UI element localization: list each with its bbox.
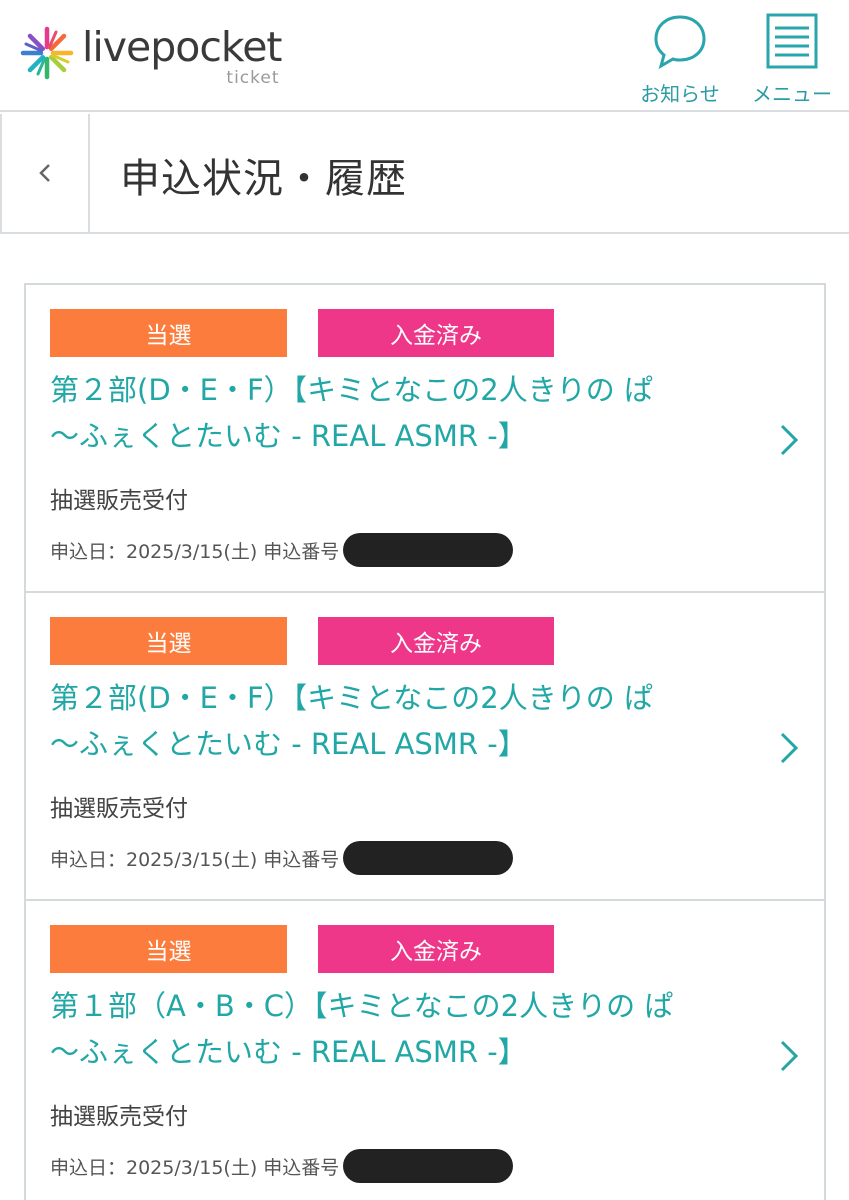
status-badge-paid: 入金済み <box>318 925 554 973</box>
status-badge-won: 当選 <box>50 925 287 973</box>
application-card[interactable]: 当選 入金済み 第２部(D・E・F）【キミとなこの2人きりの ぱ 〜ふぇくとたい… <box>26 593 824 901</box>
status-badge-won: 当選 <box>50 617 287 665</box>
application-date-number-label: 申込日：2025/3/15(土) 申込番号 <box>50 848 340 871</box>
chevron-left-icon <box>39 164 50 182</box>
application-info: 申込日：2025/3/15(土) 申込番号 <box>50 1149 514 1183</box>
back-button[interactable] <box>0 114 90 232</box>
event-title-line2: 〜ふぇくとたいむ - REAL ASMR -】 <box>50 419 527 453</box>
chevron-right-icon <box>780 732 799 764</box>
application-info: 申込日：2025/3/15(土) 申込番号 <box>50 841 514 875</box>
event-title-line2: 〜ふぇくとたいむ - REAL ASMR -】 <box>50 1035 527 1069</box>
event-title[interactable]: 第１部（A・B・C）【キミとなこの2人きりの ぱ 〜ふぇくとたいむ - REAL… <box>50 983 740 1075</box>
event-title-line1: 第２部(D・E・F）【キミとなこの2人きりの ぱ <box>50 373 653 407</box>
event-title[interactable]: 第２部(D・E・F）【キミとなこの2人きりの ぱ 〜ふぇくとたいむ - REAL… <box>50 367 740 459</box>
sale-type: 抽選販売受付 <box>50 1104 188 1130</box>
logo-wordmark: livepocket <box>82 23 283 71</box>
logo-burst-icon <box>20 26 74 80</box>
menu-button[interactable]: メニュー <box>746 12 838 107</box>
redacted-application-number <box>343 1149 514 1183</box>
application-card[interactable]: 当選 入金済み 第１部（A・B・C）【キミとなこの2人きりの ぱ 〜ふぇくとたい… <box>26 901 824 1200</box>
application-info: 申込日：2025/3/15(土) 申込番号 <box>50 533 514 567</box>
sale-type: 抽選販売受付 <box>50 488 188 514</box>
logo-subtext: ticket <box>226 68 280 88</box>
menu-list-icon <box>766 13 818 69</box>
status-badge-paid: 入金済み <box>318 309 554 357</box>
speech-bubble-icon <box>654 15 706 70</box>
event-title-line1: 第２部(D・E・F）【キミとなこの2人きりの ぱ <box>50 681 653 715</box>
news-label: お知らせ <box>640 82 720 106</box>
application-card[interactable]: 当選 入金済み 第２部(D・E・F）【キミとなこの2人きりの ぱ 〜ふぇくとたい… <box>26 285 824 593</box>
menu-label: メニュー <box>752 82 832 106</box>
page-header: 申込状況・履歴 <box>0 114 849 234</box>
sale-type: 抽選販売受付 <box>50 796 188 822</box>
redacted-application-number <box>343 841 514 875</box>
event-title[interactable]: 第２部(D・E・F）【キミとなこの2人きりの ぱ 〜ふぇくとたいむ - REAL… <box>50 675 740 767</box>
application-date-number-label: 申込日：2025/3/15(土) 申込番号 <box>50 540 340 563</box>
app-header: livepocket ticket お知らせ メニュー <box>0 0 849 112</box>
event-title-line2: 〜ふぇくとたいむ - REAL ASMR -】 <box>50 727 527 761</box>
chevron-right-icon <box>780 424 799 456</box>
redacted-application-number <box>343 533 514 567</box>
livepocket-logo[interactable]: livepocket ticket <box>20 22 283 92</box>
status-badge-paid: 入金済み <box>318 617 554 665</box>
event-title-line1: 第１部（A・B・C）【キミとなこの2人きりの ぱ <box>50 989 674 1023</box>
page-title: 申込状況・履歴 <box>120 156 407 202</box>
chevron-right-icon <box>780 1040 799 1072</box>
news-button[interactable]: お知らせ <box>634 12 726 107</box>
application-list: 当選 入金済み 第２部(D・E・F）【キミとなこの2人きりの ぱ 〜ふぇくとたい… <box>24 283 826 1200</box>
status-badge-won: 当選 <box>50 309 287 357</box>
application-date-number-label: 申込日：2025/3/15(土) 申込番号 <box>50 1156 340 1179</box>
